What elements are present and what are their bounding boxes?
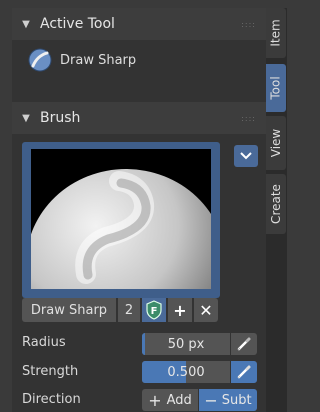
chevron-down-icon: [240, 152, 252, 160]
pen-pressure-icon: [237, 365, 251, 379]
tab-item[interactable]: Item: [266, 8, 286, 58]
direction-add-button[interactable]: + Add: [142, 389, 198, 411]
drag-grip-icon[interactable]: ::::: [241, 114, 256, 123]
new-brush-button[interactable]: +: [168, 298, 192, 322]
unlink-brush-button[interactable]: ✕: [194, 298, 218, 322]
brush-panel-title: Brush: [40, 110, 81, 126]
minus-icon: −: [204, 390, 218, 410]
direction-label: Direction: [22, 392, 81, 407]
strength-pressure-button[interactable]: [231, 361, 257, 383]
plus-icon: +: [148, 390, 162, 410]
pen-pressure-icon: [237, 337, 251, 351]
collapse-arrow-icon[interactable]: ▼: [12, 113, 40, 124]
radius-value: 50 px: [167, 336, 205, 352]
active-tool-panel-header[interactable]: ▼ Active Tool ::::: [12, 8, 266, 40]
tab-view[interactable]: View: [266, 116, 286, 170]
fake-user-shield-icon: F: [146, 300, 162, 320]
x-icon: ✕: [199, 300, 213, 320]
direction-subt-label: Subt: [221, 392, 252, 408]
brush-preview-image[interactable]: [31, 149, 211, 289]
tab-create-label: Create: [269, 184, 283, 224]
radius-fill: [142, 333, 145, 355]
tab-create[interactable]: Create: [266, 174, 286, 234]
fake-user-button[interactable]: F: [142, 298, 166, 322]
radius-label: Radius: [22, 335, 66, 350]
drag-grip-icon[interactable]: ::::: [241, 20, 256, 29]
active-tool-title: Active Tool: [40, 16, 115, 32]
tab-view-label: View: [269, 128, 284, 158]
strength-value: 0.500: [167, 364, 205, 380]
strength-label: Strength: [22, 364, 79, 379]
plus-icon: +: [173, 300, 187, 320]
direction-add-label: Add: [166, 392, 192, 408]
brush-name-field[interactable]: Draw Sharp: [22, 298, 116, 322]
active-tool-row[interactable]: Draw Sharp: [28, 48, 136, 72]
sidebar-tabs: Item Tool View Create: [266, 8, 287, 412]
brush-browser-button[interactable]: [234, 145, 258, 167]
svg-text:F: F: [151, 306, 158, 317]
direction-subtract-button[interactable]: − Subt: [199, 389, 257, 411]
tab-tool-label: Tool: [269, 76, 283, 100]
draw-sharp-tool-icon: [28, 48, 52, 72]
radius-pressure-button[interactable]: [231, 333, 257, 355]
collapse-arrow-icon[interactable]: ▼: [12, 19, 40, 30]
radius-field[interactable]: 50 px: [142, 333, 230, 355]
tab-item-label: Item: [269, 19, 284, 47]
tab-tool[interactable]: Tool: [266, 64, 286, 112]
brush-users-count[interactable]: 2: [118, 298, 140, 322]
strength-slider[interactable]: 0.500: [142, 361, 230, 383]
brush-datablock-row: Draw Sharp 2 F + ✕: [22, 298, 220, 322]
active-tool-name: Draw Sharp: [60, 52, 137, 68]
brush-panel-header[interactable]: ▼ Brush ::::: [12, 102, 266, 134]
